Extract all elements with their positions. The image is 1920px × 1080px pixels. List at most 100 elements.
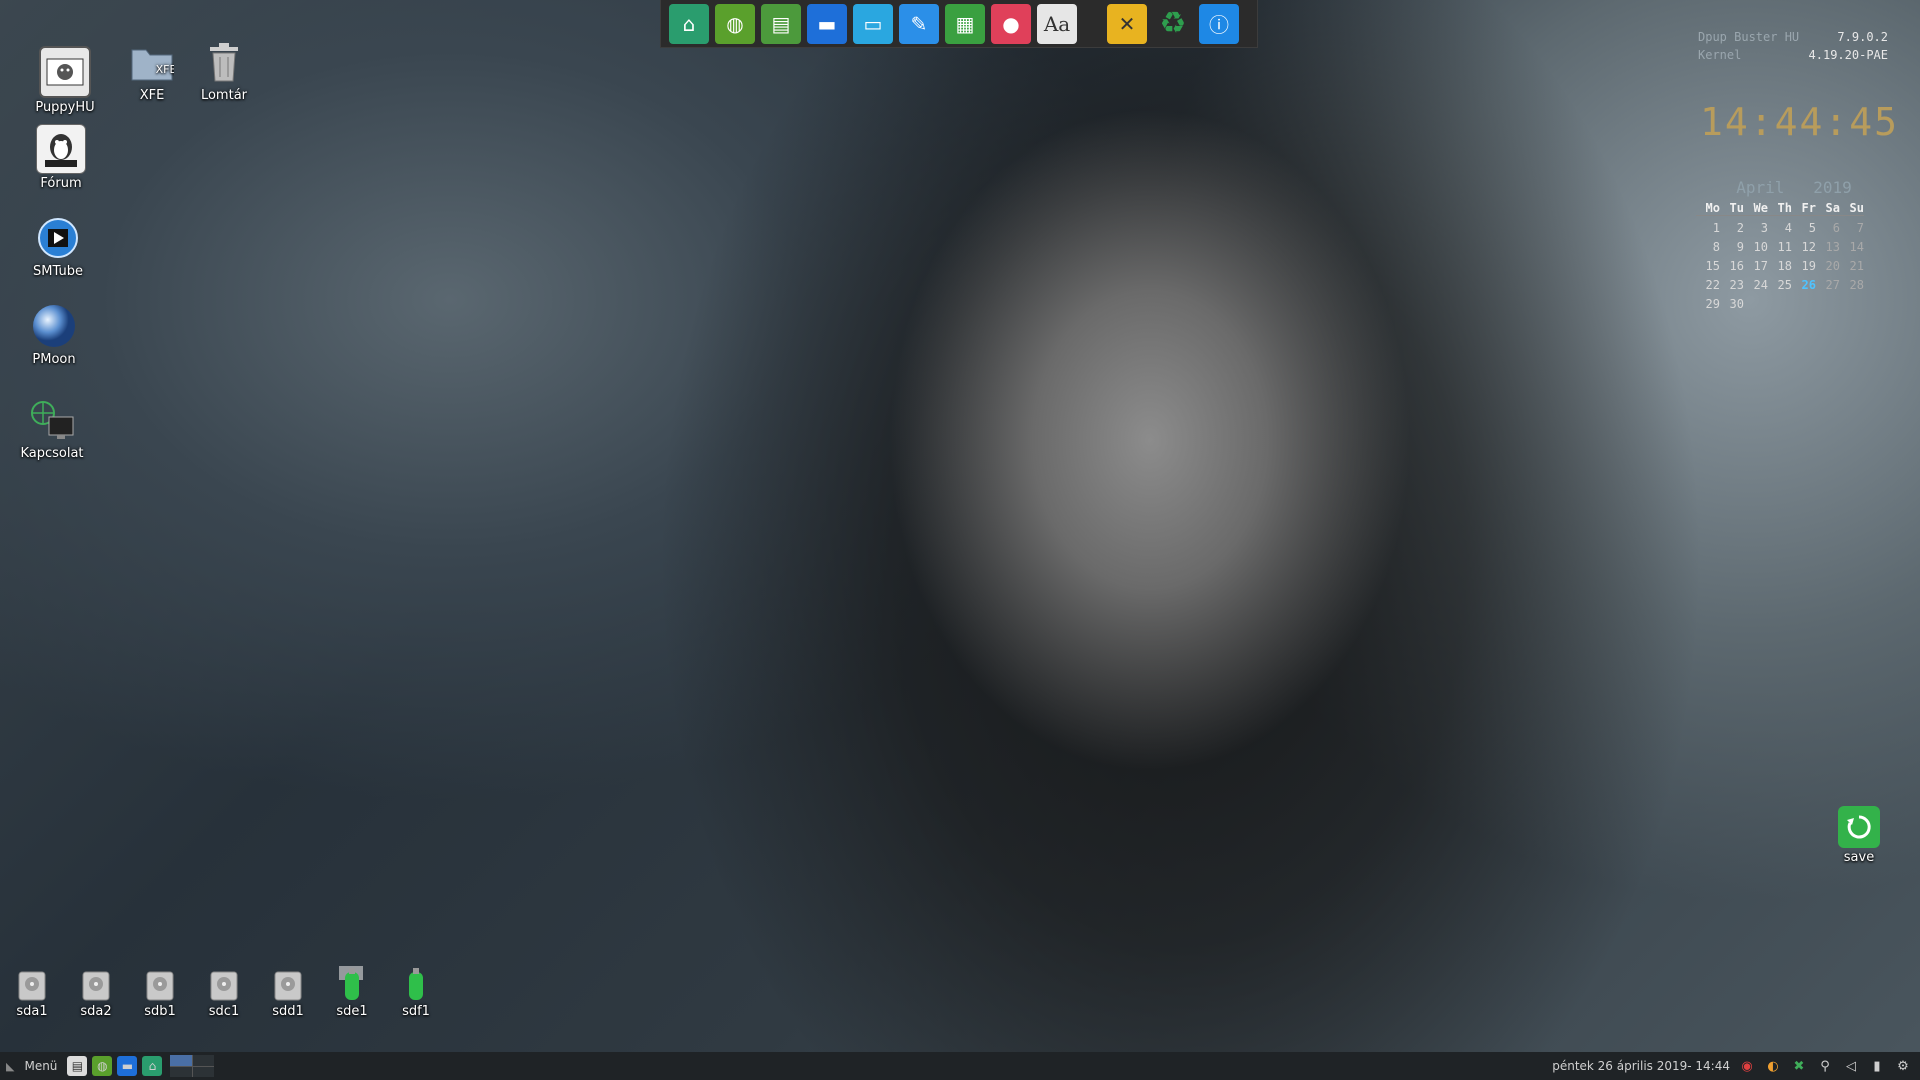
- calendar-day: 10: [1753, 240, 1768, 254]
- calendar-weekday: Sa: [1816, 201, 1840, 216]
- launcher-package-manager[interactable]: ♻: [1153, 4, 1193, 44]
- save-button[interactable]: save: [1814, 806, 1904, 865]
- desktop-icon-label: Lomtár: [200, 88, 248, 103]
- home-icon: ⌂: [148, 1059, 157, 1073]
- desktop-icon-label: Kapcsolat: [20, 446, 84, 461]
- calendar-day: 24: [1753, 278, 1768, 292]
- calendar-day: 7: [1856, 221, 1864, 235]
- taskbar-home-button[interactable]: ⌂: [142, 1056, 163, 1076]
- desktop-icon-forum[interactable]: Fórum: [16, 124, 106, 191]
- hard-drive-icon: [81, 970, 111, 1002]
- calendar-weekday: Tu: [1720, 201, 1744, 216]
- globe-icon: ◍: [97, 1059, 108, 1073]
- desktop-icon-trash[interactable]: Lomtár: [179, 38, 269, 103]
- calendar-weekday: Su: [1840, 201, 1864, 216]
- calendar-day: 12: [1801, 240, 1816, 254]
- menu-button[interactable]: ◣ Menü: [6, 1059, 57, 1073]
- launcher-paint[interactable]: ●: [991, 3, 1031, 44]
- distro-version: 7.9.0.2: [1837, 30, 1888, 44]
- desktop-icon-puppyhu[interactable]: PuppyHU: [20, 46, 110, 115]
- taskbar-files-button[interactable]: ▤: [67, 1056, 88, 1076]
- save-label: save: [1843, 850, 1875, 865]
- calendar-day: 1: [1712, 221, 1720, 235]
- tray-record-icon[interactable]: ◉: [1738, 1057, 1756, 1075]
- home-icon: ⌂: [682, 11, 696, 36]
- calendar-day: 4: [1784, 221, 1792, 235]
- workspace-pager[interactable]: [170, 1055, 215, 1077]
- launcher-info[interactable]: ⓘ: [1199, 3, 1239, 44]
- calendar-weekday: Fr: [1792, 201, 1816, 216]
- taskbar-datetime[interactable]: péntek 26 április 2019- 14:44: [1552, 1059, 1730, 1073]
- distro-label: Dpup Buster HU: [1698, 30, 1800, 44]
- calendar-weekday: We: [1744, 201, 1768, 216]
- workspace-4[interactable]: [192, 1066, 215, 1077]
- launcher-tools[interactable]: ✕: [1107, 3, 1147, 44]
- svg-text:XFE: XFE: [156, 63, 174, 76]
- globe-icon: ◍: [726, 11, 744, 36]
- video-play-icon: [34, 214, 82, 262]
- calendar-month: April: [1736, 178, 1785, 197]
- workspace-3[interactable]: [170, 1066, 192, 1077]
- calendar-widget: April 2019 Mo Tu We Th Fr Sa Su 1 2 3 4 5 6 7 8 9 10 11 12…: [1696, 178, 1892, 311]
- launcher-monitor[interactable]: ▬: [807, 3, 847, 44]
- launcher-bar: ⌂ ◍ ▤ ▬ ▭ ✎ ▦ ● Aa ✕ ♻ ⓘ: [660, 0, 1258, 48]
- hard-drive-icon: [209, 970, 239, 1002]
- calendar-day: 25: [1777, 278, 1792, 292]
- launcher-image-editor[interactable]: ✎: [899, 3, 939, 44]
- launcher-fonts[interactable]: Aa: [1037, 3, 1077, 44]
- system-info-widget: Dpup Buster HU 7.9.0.2 Kernel 4.19.20-PA…: [1698, 30, 1888, 66]
- launcher-spreadsheet[interactable]: ▦: [945, 3, 985, 44]
- usb-drive-icon: [401, 964, 431, 1002]
- taskbar-browser-button[interactable]: ◍: [92, 1056, 113, 1076]
- calendar-day: 28: [1849, 278, 1864, 292]
- drive-icon-sdf1[interactable]: sdf1: [371, 964, 461, 1019]
- tray-signal-icon[interactable]: ▮: [1868, 1057, 1886, 1075]
- kernel-label: Kernel: [1698, 48, 1742, 62]
- launcher-chat[interactable]: ▤: [761, 3, 801, 44]
- calendar-day: 30: [1729, 297, 1744, 311]
- desktop-icon-smtube[interactable]: SMTube: [13, 214, 103, 279]
- linux-penguin-icon: [36, 124, 86, 174]
- taskbar-terminal-button[interactable]: ▬: [117, 1056, 138, 1076]
- desktop-icon-kapcsolat[interactable]: Kapcsolat: [7, 396, 97, 461]
- monitor-icon: ▬: [817, 11, 837, 36]
- desktop-icon-pmoon[interactable]: PMoon: [9, 302, 99, 367]
- recycle-icon: ♻: [1159, 6, 1187, 41]
- calendar-day: 18: [1777, 259, 1792, 273]
- calendar-grid: Mo Tu We Th Fr Sa Su 1 2 3 4 5 6 7 8 9 10 11 12 13 14 15 16 17 1…: [1696, 201, 1892, 311]
- puppy-logo-icon: [39, 46, 91, 98]
- calendar-day: 16: [1729, 259, 1744, 273]
- calendar-day: 11: [1777, 240, 1792, 254]
- tray-volume-icon[interactable]: ◁: [1842, 1057, 1860, 1075]
- network-icon: [28, 396, 76, 444]
- tray-network-icon[interactable]: ✖: [1790, 1057, 1808, 1075]
- calendar-day: 3: [1760, 221, 1768, 235]
- calendar-day: 8: [1712, 240, 1720, 254]
- tray-connection-icon[interactable]: ⚲: [1816, 1057, 1834, 1075]
- hard-drive-icon: [273, 970, 303, 1002]
- calendar-weekday: Mo: [1696, 201, 1720, 216]
- moon-icon: [30, 302, 78, 350]
- desktop-icon-label: Fórum: [40, 176, 82, 191]
- calendar-day: 20: [1825, 259, 1840, 273]
- desktop-icon-label: PMoon: [32, 352, 76, 367]
- image-edit-icon: ✎: [910, 11, 928, 36]
- calendar-day: 2: [1736, 221, 1744, 235]
- launcher-home[interactable]: ⌂: [669, 3, 709, 44]
- calendar-day: 27: [1825, 278, 1840, 292]
- workspace-1[interactable]: [170, 1055, 192, 1066]
- trash-icon: [200, 38, 248, 86]
- font-icon: Aa: [1043, 11, 1071, 36]
- workspace-2[interactable]: [192, 1055, 215, 1066]
- launcher-display[interactable]: ▭: [853, 3, 893, 44]
- calendar-day: 22: [1705, 278, 1720, 292]
- launcher-browser[interactable]: ◍: [715, 3, 755, 44]
- tray-color-icon[interactable]: ◐: [1764, 1057, 1782, 1075]
- calendar-day: 29: [1705, 297, 1720, 311]
- hard-drive-icon: [17, 970, 47, 1002]
- tray-settings-icon[interactable]: ⚙: [1894, 1057, 1912, 1075]
- calendar-day: 6: [1832, 221, 1840, 235]
- chat-icon: ▤: [771, 11, 791, 36]
- kernel-version: 4.19.20-PAE: [1808, 48, 1888, 62]
- calendar-day: 23: [1729, 278, 1744, 292]
